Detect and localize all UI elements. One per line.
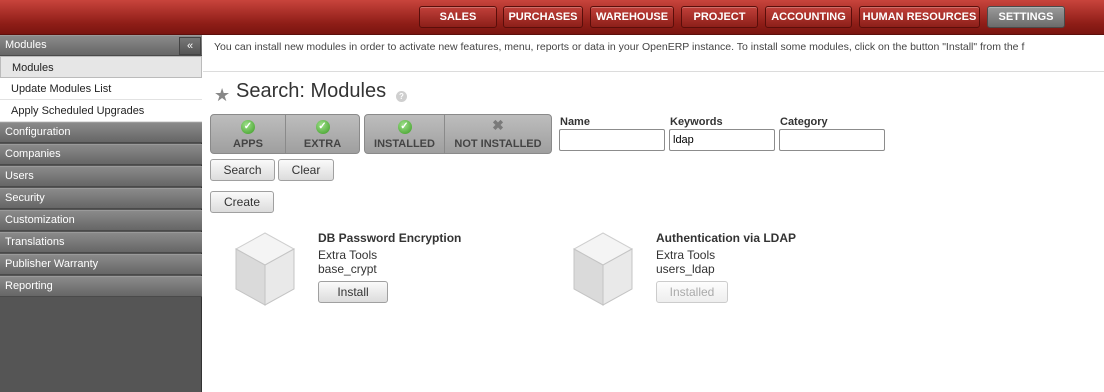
module-technical-name: users_ldap [656, 262, 715, 276]
sidebar-section-customization[interactable]: Customization [0, 210, 202, 231]
sidebar-section-translations[interactable]: Translations [0, 232, 202, 253]
name-input[interactable] [559, 129, 665, 151]
module-cube-icon [234, 232, 296, 306]
sidebar-item-modules[interactable]: Modules [0, 56, 202, 78]
menu-warehouse[interactable]: WAREHOUSE [590, 6, 674, 28]
sidebar-item-apply-scheduled-upgrades[interactable]: Apply Scheduled Upgrades [0, 100, 202, 122]
sidebar-section-configuration[interactable]: Configuration [0, 122, 202, 143]
filter-label: EXTRA [303, 138, 342, 150]
filter-group-state: ✓ INSTALLED ✖ NOT INSTALLED [364, 114, 552, 154]
check-icon: ✓ [241, 120, 255, 134]
sidebar-section-reporting[interactable]: Reporting [0, 276, 202, 297]
module-technical-name: base_crypt [318, 262, 377, 276]
page-title: Search: Modules [236, 80, 387, 102]
x-icon: ✖ [492, 117, 504, 133]
category-label: Category [780, 116, 828, 128]
help-icon[interactable]: ? [396, 91, 407, 102]
sidebar-section-modules[interactable]: Modules « [0, 35, 202, 56]
check-icon: ✓ [315, 120, 330, 134]
module-title: DB Password Encryption [318, 231, 462, 245]
menu-sales[interactable]: SALES [419, 6, 497, 28]
keywords-label: Keywords [670, 116, 723, 128]
module-category: Extra Tools [656, 248, 716, 262]
menu-human-resources[interactable]: HUMAN RESOURCES [859, 6, 980, 28]
sidebar-item-update-modules-list[interactable]: Update Modules List [0, 78, 202, 100]
sidebar-section-publisher-warranty[interactable]: Publisher Warranty [0, 254, 202, 275]
top-menu-bar: SALES PURCHASES WAREHOUSE PROJECT ACCOUN… [0, 0, 1104, 35]
menu-purchases[interactable]: PURCHASES [503, 6, 583, 28]
install-button[interactable]: Install [318, 281, 388, 303]
filter-extra[interactable]: ✓ EXTRA [286, 115, 359, 153]
filter-label: INSTALLED [374, 138, 435, 150]
menu-accounting[interactable]: ACCOUNTING [765, 6, 852, 28]
menu-settings[interactable]: SETTINGS [987, 6, 1065, 28]
info-text: You can install new modules in order to … [203, 36, 1104, 72]
create-button[interactable]: Create [210, 191, 274, 213]
filter-label: NOT INSTALLED [454, 138, 542, 150]
sidebar-section-security[interactable]: Security [0, 188, 202, 209]
check-icon: ✓ [397, 120, 412, 134]
collapse-sidebar-icon[interactable]: « [179, 37, 201, 55]
sidebar: Modules « Modules Update Modules List Ap… [0, 35, 202, 392]
filter-not-installed[interactable]: ✖ NOT INSTALLED [445, 115, 551, 153]
filter-group-type: ✓ APPS ✓ EXTRA [210, 114, 360, 154]
filter-installed[interactable]: ✓ INSTALLED [365, 115, 445, 153]
star-icon[interactable]: ★ [214, 85, 230, 106]
category-input[interactable] [779, 129, 885, 151]
sidebar-section-companies[interactable]: Companies [0, 144, 202, 165]
sidebar-section-users[interactable]: Users [0, 166, 202, 187]
sidebar-section-label: Modules [5, 39, 47, 51]
filter-label: APPS [233, 138, 263, 150]
clear-button[interactable]: Clear [278, 159, 334, 181]
search-button[interactable]: Search [210, 159, 275, 181]
installed-button: Installed [656, 281, 728, 303]
module-title: Authentication via LDAP [656, 231, 797, 245]
menu-project[interactable]: PROJECT [681, 6, 758, 28]
module-cube-icon [572, 232, 634, 306]
keywords-input[interactable] [669, 129, 775, 151]
name-label: Name [560, 116, 590, 128]
filter-apps[interactable]: ✓ APPS [211, 115, 286, 153]
module-category: Extra Tools [318, 248, 378, 262]
